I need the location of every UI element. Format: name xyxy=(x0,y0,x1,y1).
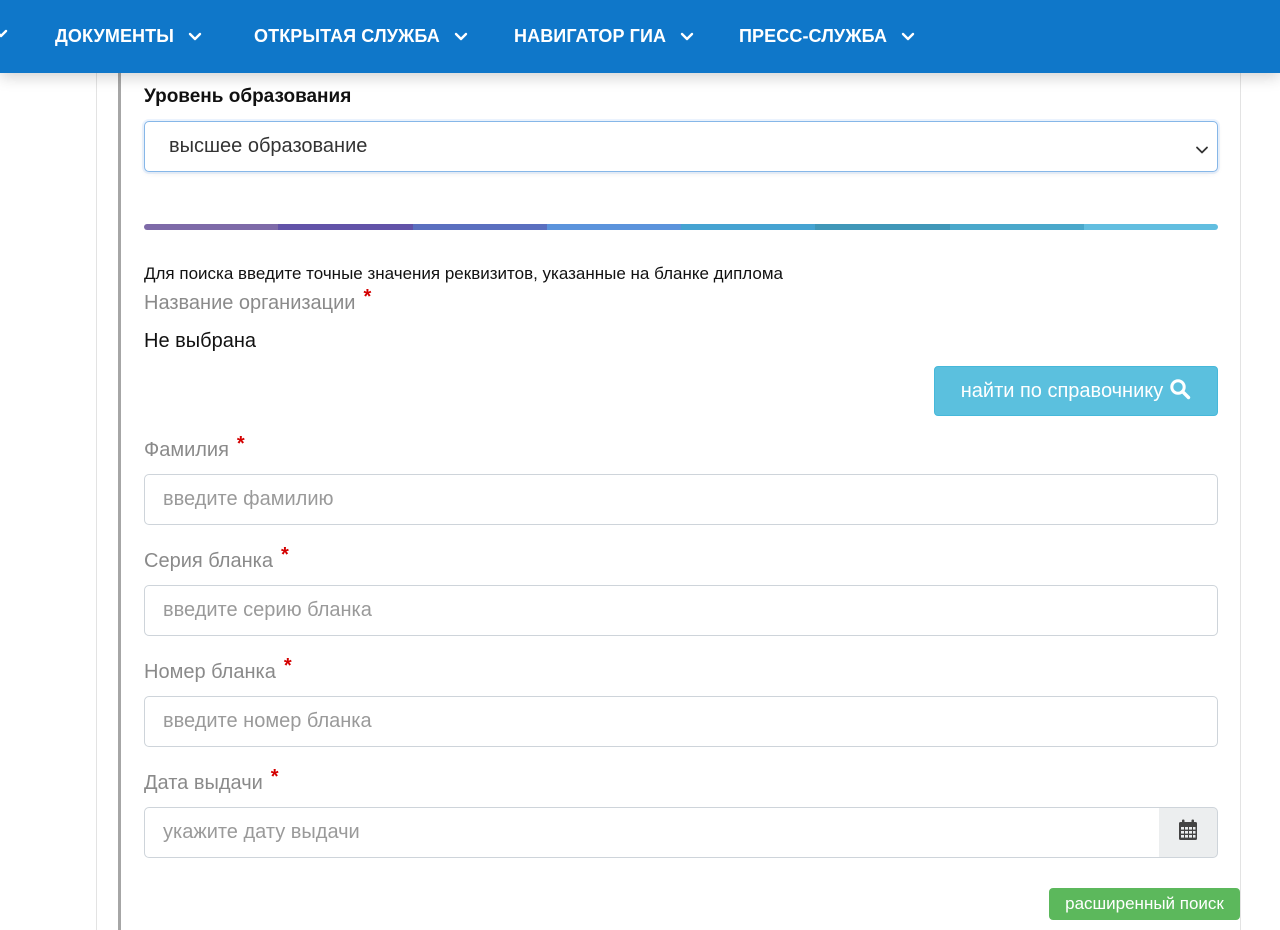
surname-input[interactable]: введите фамилию xyxy=(144,474,1218,525)
chevron-down-icon xyxy=(901,30,915,44)
issue-date-label: Дата выдачи * xyxy=(144,766,279,795)
issue-date-input[interactable]: укажите дату выдачи xyxy=(144,807,1160,858)
surname-label: Фамилия * xyxy=(144,433,245,462)
top-navigation: ДОКУМЕНТЫ ОТКРЫТАЯ СЛУЖБА НАВИГАТОР ГИА … xyxy=(0,0,1280,73)
nav-item-label: НАВИГАТОР ГИА xyxy=(514,26,667,46)
advanced-search-button[interactable]: расширенный поиск xyxy=(1049,888,1240,920)
series-label-text: Серия бланка xyxy=(144,550,273,572)
decorative-stripe xyxy=(144,224,1218,230)
required-mark: * xyxy=(236,433,245,455)
number-input[interactable]: введите номер бланка xyxy=(144,696,1218,747)
education-level-value: высшее образование xyxy=(169,135,368,157)
stripe-segment xyxy=(144,224,279,230)
organization-label-text: Название организации xyxy=(144,292,356,314)
series-input[interactable]: введите серию бланка xyxy=(144,585,1218,636)
search-hint: Для поиска введите точные значения рекви… xyxy=(144,264,783,283)
surname-label-text: Фамилия xyxy=(144,439,229,461)
nav-item-open-service[interactable]: ОТКРЫТАЯ СЛУЖБА xyxy=(254,0,468,73)
organization-value: Не выбрана xyxy=(144,330,256,352)
issue-date-placeholder: укажите дату выдачи xyxy=(163,821,360,843)
required-mark: * xyxy=(270,766,279,788)
chevron-down-icon xyxy=(188,30,202,44)
number-label: Номер бланка * xyxy=(144,655,292,684)
nav-item-label: ОТКРЫТАЯ СЛУЖБА xyxy=(254,26,440,46)
series-label: Серия бланка * xyxy=(144,544,289,573)
stripe-segment xyxy=(815,224,950,230)
stripe-segment xyxy=(278,224,413,230)
nav-item-gia-navigator[interactable]: НАВИГАТОР ГИА xyxy=(514,0,694,73)
chevron-down-icon[interactable] xyxy=(0,27,8,41)
stripe-segment xyxy=(681,224,816,230)
issue-date-label-text: Дата выдачи xyxy=(144,772,263,794)
content-border-left xyxy=(96,73,97,930)
nav-item-label: ПРЕСС-СЛУЖБА xyxy=(739,26,888,46)
stripe-segment xyxy=(949,224,1084,230)
education-level-label: Уровень образования xyxy=(144,86,352,107)
nav-item-documents[interactable]: ДОКУМЕНТЫ xyxy=(55,0,202,73)
nav-item-label: ДОКУМЕНТЫ xyxy=(55,26,174,46)
chevron-down-icon xyxy=(680,30,694,44)
calendar-button[interactable] xyxy=(1159,807,1218,858)
series-placeholder: введите серию бланка xyxy=(163,599,372,621)
education-level-select[interactable]: высшее образование xyxy=(144,121,1218,172)
calendar-icon xyxy=(1178,819,1198,846)
chevron-down-icon xyxy=(454,30,468,44)
lookup-directory-label: найти по справочнику xyxy=(960,379,1164,402)
number-label-text: Номер бланка xyxy=(144,661,276,683)
required-mark: * xyxy=(283,655,292,677)
content-border-right xyxy=(1240,73,1241,930)
surname-placeholder: введите фамилию xyxy=(163,488,334,510)
stripe-segment xyxy=(546,224,681,230)
stripe-segment xyxy=(412,224,547,230)
nav-item-press-service[interactable]: ПРЕСС-СЛУЖБА xyxy=(739,0,915,73)
search-icon xyxy=(1169,378,1191,400)
required-mark: * xyxy=(280,544,289,566)
required-mark: * xyxy=(363,286,372,308)
advanced-search-label: расширенный поиск xyxy=(1065,894,1224,913)
stripe-segment xyxy=(1083,224,1218,230)
organization-label: Название организации * xyxy=(144,286,371,315)
chevron-down-icon xyxy=(1195,140,1209,154)
number-placeholder: введите номер бланка xyxy=(163,710,372,732)
lookup-directory-button[interactable]: найти по справочнику xyxy=(934,366,1218,416)
form-accent-bar xyxy=(118,73,121,930)
